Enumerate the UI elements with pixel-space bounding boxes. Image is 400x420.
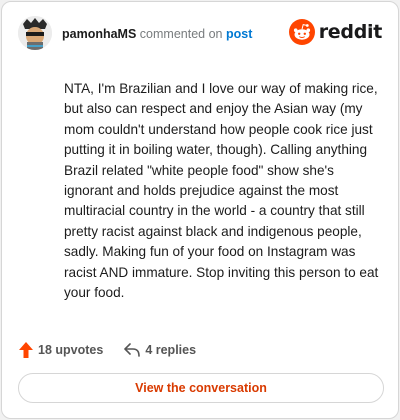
username[interactable]: pamonhaMS <box>62 27 136 41</box>
brand-name: reddit <box>318 21 383 43</box>
upvotes-stat[interactable]: 18 upvotes <box>18 341 103 359</box>
replies-stat[interactable]: 4 replies <box>123 342 196 358</box>
view-conversation-button[interactable]: View the conversation <box>18 373 384 403</box>
comment-card: pamonhaMS commented on post reddit NTA, … <box>1 1 399 419</box>
comment-header: pamonhaMS commented on post reddit <box>18 16 382 56</box>
upvotes-label: 18 upvotes <box>38 343 104 357</box>
upvote-arrow-icon <box>19 342 33 358</box>
post-link[interactable]: post <box>226 27 252 41</box>
replies-label: 4 replies <box>145 343 197 357</box>
action-text: commented on <box>139 27 223 41</box>
reddit-logo[interactable]: reddit <box>288 18 383 46</box>
comment-footer: 18 upvotes 4 replies <box>18 340 216 360</box>
reddit-logo-icon <box>288 19 315 45</box>
reply-arrow-icon <box>124 343 141 357</box>
comment-body: NTA, I'm Brazilian and I love our way of… <box>64 81 379 301</box>
avatar-icon[interactable] <box>18 16 52 50</box>
comment-meta: pamonhaMS commented on post <box>62 27 252 41</box>
